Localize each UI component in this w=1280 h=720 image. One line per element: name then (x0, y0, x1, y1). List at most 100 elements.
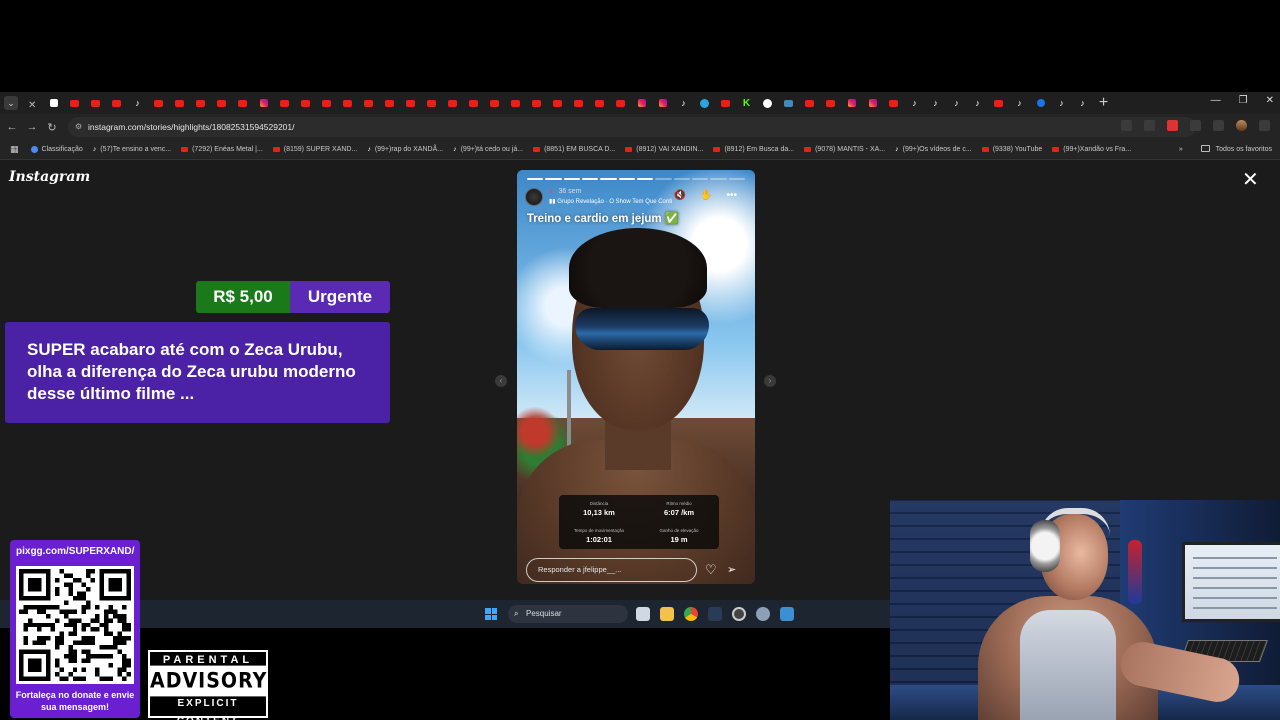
browser-tab[interactable] (256, 96, 272, 110)
bookmark-item[interactable]: ♪ (99+)Os vídeos de c... (895, 146, 972, 153)
more-options-icon[interactable]: ••• (726, 190, 737, 201)
browser-tab[interactable] (823, 96, 839, 110)
browser-tab[interactable] (109, 96, 125, 110)
browser-tab[interactable]: ♪ (928, 96, 944, 110)
story-music[interactable]: ▮▮ Grupo Revelação · O Show Tem Que Cont… (549, 198, 672, 205)
browser-tab[interactable] (802, 96, 818, 110)
extensions-puzzle-icon[interactable] (1190, 120, 1201, 131)
minimize-icon[interactable]: — (1211, 95, 1221, 106)
photos-icon[interactable] (780, 607, 794, 621)
browser-tab[interactable] (67, 96, 83, 110)
story-viewer[interactable]: x 36 sem ▮▮ Grupo Revelação · O Show Tem… (517, 170, 755, 584)
browser-tab[interactable]: ♪ (970, 96, 986, 110)
steam-icon[interactable] (708, 607, 722, 621)
browser-tab[interactable] (844, 96, 860, 110)
browser-tab[interactable] (760, 96, 776, 110)
taskbar-search[interactable]: ⌕ Pesquisar (508, 605, 628, 623)
browser-tab[interactable] (88, 96, 104, 110)
browser-tab[interactable] (571, 96, 587, 110)
bookmark-item[interactable]: (8912) Em Busca da... (713, 146, 794, 153)
browser-tab[interactable] (613, 96, 629, 110)
reading-list-icon[interactable] (1213, 120, 1224, 131)
story-avatar[interactable] (525, 188, 543, 206)
browser-tab[interactable] (319, 96, 335, 110)
browser-tab[interactable] (46, 96, 62, 110)
back-icon[interactable]: ← (2, 121, 22, 133)
browser-tab[interactable] (403, 96, 419, 110)
browser-tab[interactable] (361, 96, 377, 110)
bookmark-item[interactable]: (8912) VAI XANDIN... (625, 146, 703, 153)
windows-start-icon[interactable] (485, 608, 497, 620)
browser-tab[interactable]: ♪ (1075, 96, 1091, 110)
browser-tab[interactable] (298, 96, 314, 110)
browser-tab[interactable] (466, 96, 482, 110)
browser-tab[interactable] (634, 96, 650, 110)
bookmark-item[interactable]: (9078) MANTIS - XA... (804, 146, 885, 153)
browser-tab[interactable] (865, 96, 881, 110)
new-tab-icon[interactable]: + (1096, 94, 1112, 111)
settings-icon[interactable] (756, 607, 770, 621)
browser-tab[interactable] (214, 96, 230, 110)
menu-icon[interactable] (1259, 120, 1270, 131)
bookmark-item[interactable]: Classificação (30, 146, 83, 153)
browser-tab[interactable] (718, 96, 734, 110)
prev-story-icon[interactable]: ‹ (495, 375, 507, 387)
browser-tab[interactable] (655, 96, 671, 110)
browser-tab[interactable] (487, 96, 503, 110)
browser-tab[interactable] (172, 96, 188, 110)
browser-tab[interactable] (151, 96, 167, 110)
browser-tab[interactable] (235, 96, 251, 110)
browser-tab[interactable] (382, 96, 398, 110)
close-story-icon[interactable]: ✕ (1242, 170, 1259, 190)
bookmark-item[interactable]: (9338) YouTube (981, 146, 1042, 153)
browser-tab[interactable]: ✕ (25, 96, 41, 111)
close-window-icon[interactable]: ✕ (1266, 95, 1274, 106)
browser-tab[interactable] (277, 96, 293, 110)
instagram-logo[interactable]: Instagram (9, 169, 90, 185)
url-input[interactable]: ⚙ instagram.com/stories/highlights/18082… (68, 117, 1196, 137)
browser-tab[interactable] (193, 96, 209, 110)
next-story-icon[interactable]: › (764, 375, 776, 387)
all-bookmarks-button[interactable]: » Todos os favoritos (1179, 145, 1272, 153)
heart-icon[interactable]: ♡ (705, 562, 717, 578)
chrome-icon[interactable] (684, 607, 698, 621)
browser-tab[interactable] (340, 96, 356, 110)
browser-tab[interactable]: ♪ (676, 96, 692, 110)
bookmark-item[interactable]: ♪ (99+)rap do XANDÃ... (367, 146, 443, 153)
bookmark-item[interactable]: (7292) Enéas Metal |... (181, 146, 263, 153)
browser-tab[interactable] (592, 96, 608, 110)
browser-tab[interactable] (424, 96, 440, 110)
browser-tab[interactable]: ♪ (1054, 96, 1070, 110)
browser-tab[interactable]: K (739, 96, 755, 110)
reply-input[interactable]: Responder a jfelippe__... (526, 558, 697, 582)
pause-icon[interactable]: ✋ (700, 190, 712, 201)
bookmark-item[interactable]: ♪ (57)Te ensino a venc... (93, 146, 171, 153)
mute-icon[interactable]: 🔇 (674, 190, 686, 201)
app-icon[interactable] (732, 607, 746, 621)
tab-search-icon[interactable]: ⌄ (4, 96, 18, 110)
restore-icon[interactable]: ❐ (1239, 95, 1248, 106)
browser-tab[interactable] (508, 96, 524, 110)
bookmark-item[interactable]: (8159) SUPER XAND... (272, 146, 357, 153)
profile-avatar[interactable] (1236, 120, 1247, 131)
file-explorer-icon[interactable] (660, 607, 674, 621)
browser-tab[interactable]: ♪ (907, 96, 923, 110)
browser-tab[interactable]: ♪ (130, 96, 146, 110)
send-icon[interactable]: ➢ (727, 563, 736, 576)
browser-tab[interactable] (529, 96, 545, 110)
browser-tab[interactable] (991, 96, 1007, 110)
extension-icon[interactable] (1167, 120, 1178, 131)
browser-tab[interactable] (445, 96, 461, 110)
bookmark-item[interactable]: (8851) EM BUSCA D... (533, 146, 615, 153)
task-view-icon[interactable] (636, 607, 650, 621)
browser-tab[interactable]: ♪ (1012, 96, 1028, 110)
forward-icon[interactable]: → (22, 121, 42, 133)
reload-icon[interactable]: ↻ (42, 121, 62, 134)
browser-tab[interactable] (1033, 96, 1049, 110)
browser-tab[interactable] (886, 96, 902, 110)
browser-tab[interactable] (697, 96, 713, 110)
browser-tab[interactable] (781, 96, 797, 110)
story-username[interactable]: x (549, 188, 553, 195)
bookmark-star-icon[interactable] (1144, 120, 1155, 131)
bookmark-item[interactable]: (99+)Xandão vs Fra... (1052, 146, 1131, 153)
